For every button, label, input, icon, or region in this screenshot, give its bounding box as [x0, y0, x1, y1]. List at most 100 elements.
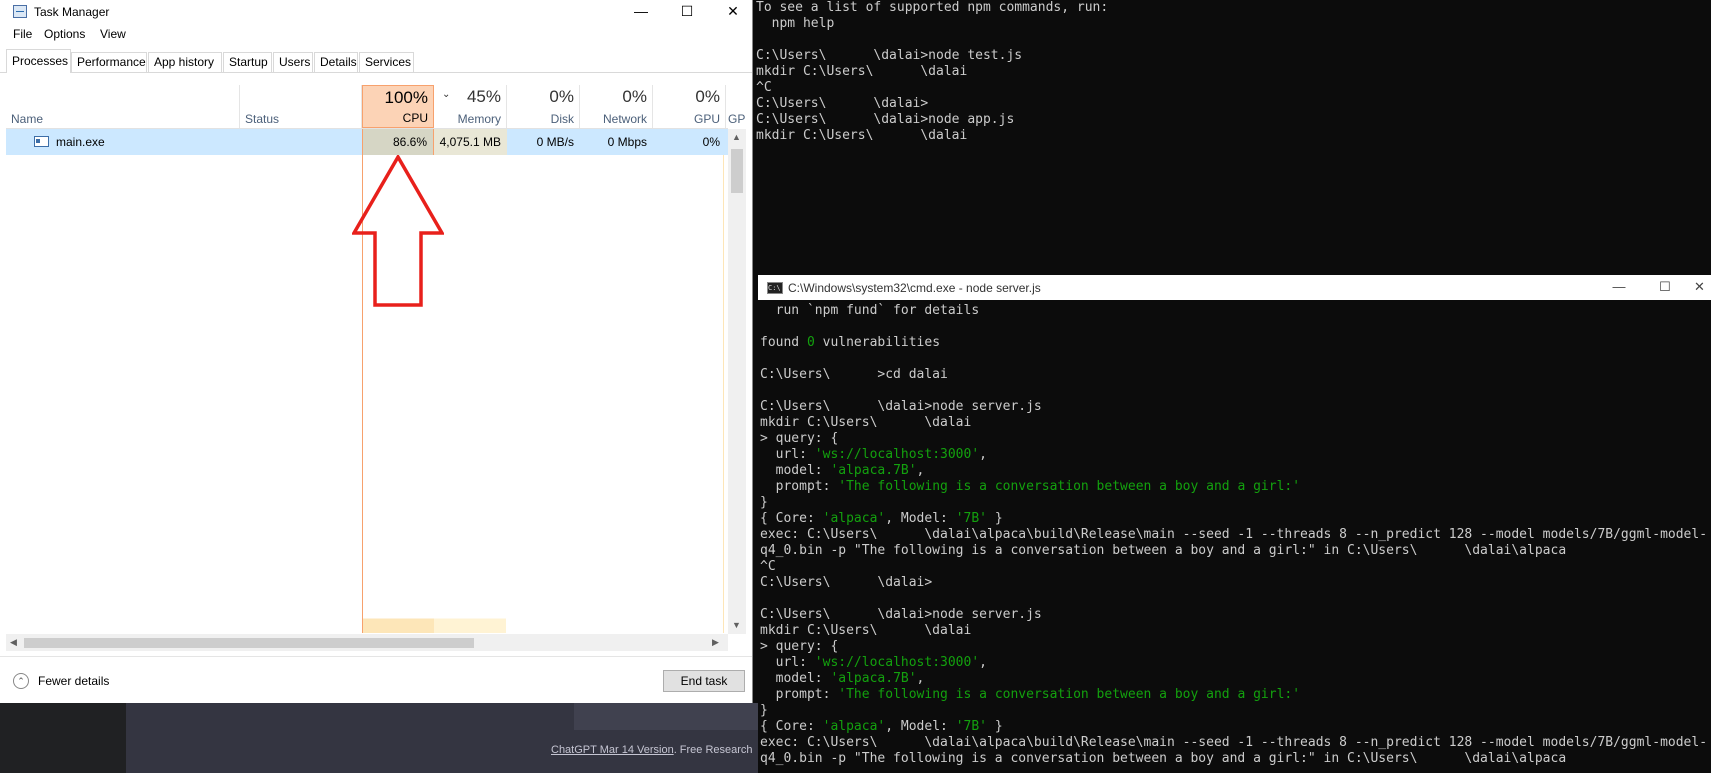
horizontal-scrollbar[interactable]: ◀ ▶	[6, 634, 728, 651]
console-text: prompt:	[760, 687, 839, 702]
console-text: url:	[760, 655, 815, 670]
console-line: prompt: 'The following is a conversation…	[758, 479, 1711, 495]
column-name[interactable]: Name	[6, 85, 240, 128]
console-text: ,	[979, 655, 987, 670]
cmd-minimize-button[interactable]: —	[1596, 275, 1642, 300]
console-text: C:\Users\ \dalai>	[760, 575, 933, 590]
title-bar[interactable]: Task Manager — ☐ ✕	[0, 0, 752, 24]
vertical-scrollbar[interactable]: ▲ ▼	[728, 129, 746, 634]
console-text: 0	[806, 335, 815, 350]
process-name: main.exe	[56, 135, 105, 149]
fewer-details-link[interactable]: Fewer details	[38, 674, 109, 688]
tab-services[interactable]: Services	[359, 52, 414, 72]
end-task-button[interactable]: End task	[663, 670, 745, 692]
console-text: 'The following is a conversation between…	[838, 687, 1301, 702]
cmd-close-button[interactable]: ✕	[1688, 275, 1711, 300]
process-cpu: 86.6%	[362, 129, 434, 155]
console-text: > query: {	[760, 639, 839, 654]
tab-processes[interactable]: Processes	[6, 49, 71, 73]
console-line: To see a list of supported npm commands,…	[756, 0, 1109, 15]
column-network-label: Network	[602, 112, 647, 126]
console-line: C:\Users\ \dalai>node app.js	[756, 112, 1015, 127]
console-text: exec: C:\Users\ \dalai\alpaca\build\Rele…	[760, 735, 1708, 750]
console-line: prompt: 'The following is a conversation…	[758, 687, 1711, 703]
column-name-label: Name	[11, 112, 44, 126]
menu-file[interactable]: File	[13, 27, 32, 41]
process-disk: 0 MB/s	[536, 135, 574, 149]
tab-startup[interactable]: Startup	[223, 52, 272, 72]
cmd-maximize-button[interactable]: ☐	[1642, 275, 1688, 300]
console-line: }	[758, 703, 1711, 719]
console-line: url: 'ws://localhost:3000',	[758, 447, 1711, 463]
column-network[interactable]: 0% Network	[580, 85, 653, 128]
menu-options[interactable]: Options	[44, 27, 85, 41]
console-text: exec: C:\Users\ \dalai\alpaca\build\Rele…	[760, 527, 1708, 542]
column-status[interactable]: Status	[240, 85, 362, 128]
scroll-left-icon[interactable]: ◀	[10, 637, 17, 648]
task-manager-icon	[13, 5, 27, 18]
task-manager-footer: ⌃ Fewer details End task	[0, 656, 752, 704]
column-gpu[interactable]: 0% GPU	[653, 85, 726, 128]
console-text: mkdir C:\Users\ \dalai	[760, 623, 972, 638]
chatgpt-background	[0, 703, 758, 773]
console-text: 'alpaca.7B'	[830, 671, 917, 686]
maximize-button[interactable]: ☐	[664, 0, 710, 24]
column-status-label: Status	[245, 112, 280, 126]
disk-total: 0%	[549, 87, 574, 106]
tab-users[interactable]: Users	[273, 52, 313, 72]
column-gpu-engine[interactable]: GPU	[726, 85, 746, 128]
console-line: mkdir C:\Users\ \dalai	[756, 128, 968, 143]
tab-app-history[interactable]: App history	[148, 52, 222, 72]
console-text: }	[760, 495, 768, 510]
scroll-right-icon[interactable]: ▶	[712, 637, 719, 648]
column-cpu-label: CPU	[402, 111, 428, 125]
console-line: mkdir C:\Users\ \dalai	[758, 623, 1711, 639]
close-button[interactable]: ✕	[710, 0, 756, 24]
column-gpu-engine-label: GPU	[728, 112, 746, 126]
vertical-scroll-thumb[interactable]	[731, 149, 743, 193]
console-line: }	[758, 495, 1711, 511]
menu-view[interactable]: View	[100, 27, 126, 41]
column-disk[interactable]: 0% Disk	[507, 85, 580, 128]
console-line: C:\Users\ \dalai>node server.js	[758, 607, 1711, 623]
console-line: > query: {	[758, 431, 1711, 447]
tab-performance[interactable]: Performance	[71, 52, 147, 72]
console-text: 'alpaca'	[822, 719, 886, 734]
console-text: model:	[760, 671, 831, 686]
console-text: ^C	[760, 559, 776, 574]
memory-total: 45%	[466, 87, 501, 106]
tab-details[interactable]: Details	[314, 52, 358, 72]
console-text: }	[987, 719, 1003, 734]
minimize-button[interactable]: —	[618, 0, 664, 24]
console-text: model:	[760, 463, 831, 478]
console-text: }	[760, 703, 768, 718]
console-line: ^C	[758, 559, 1711, 575]
console-line: mkdir C:\Users\ \dalai	[756, 64, 968, 79]
console-line: > query: {	[758, 639, 1711, 655]
chatgpt-input-panel	[574, 703, 758, 730]
column-cpu[interactable]: 100% CPU	[362, 85, 434, 128]
column-disk-label: Disk	[550, 112, 574, 126]
column-memory[interactable]: ⌄ 45% Memory	[434, 85, 507, 128]
cmd-window-title: C:\Windows\system32\cmd.exe - node serve…	[788, 281, 1041, 295]
console-line: C:\Users\ \dalai>node test.js	[756, 48, 1023, 63]
horizontal-scroll-thumb[interactable]	[24, 638, 474, 648]
console-line: exec: C:\Users\ \dalai\alpaca\build\Rele…	[758, 527, 1711, 543]
column-gpu-label: GPU	[693, 112, 720, 126]
network-total: 0%	[622, 87, 647, 106]
cmd-title-bar[interactable]: C:\ C:\Windows\system32\cmd.exe - node s…	[758, 275, 1711, 300]
console-text: C:\Users\ >cd dalai	[760, 367, 948, 382]
table-row[interactable]: main.exe 86.6% 4,075.1 MB 0 MB/s 0 Mbps …	[6, 129, 728, 155]
scroll-up-icon[interactable]: ▲	[732, 132, 741, 142]
scroll-down-icon[interactable]: ▼	[732, 620, 741, 630]
console-text: run `npm fund` for details	[760, 303, 980, 318]
chatgpt-version-link[interactable]: ChatGPT Mar 14 Version	[551, 744, 674, 756]
console-text: vulnerabilities	[814, 335, 941, 350]
window-title: Task Manager	[34, 5, 110, 19]
memory-column-fill	[434, 155, 506, 633]
application-icon	[34, 136, 49, 147]
chevron-up-icon[interactable]: ⌃	[13, 673, 29, 689]
